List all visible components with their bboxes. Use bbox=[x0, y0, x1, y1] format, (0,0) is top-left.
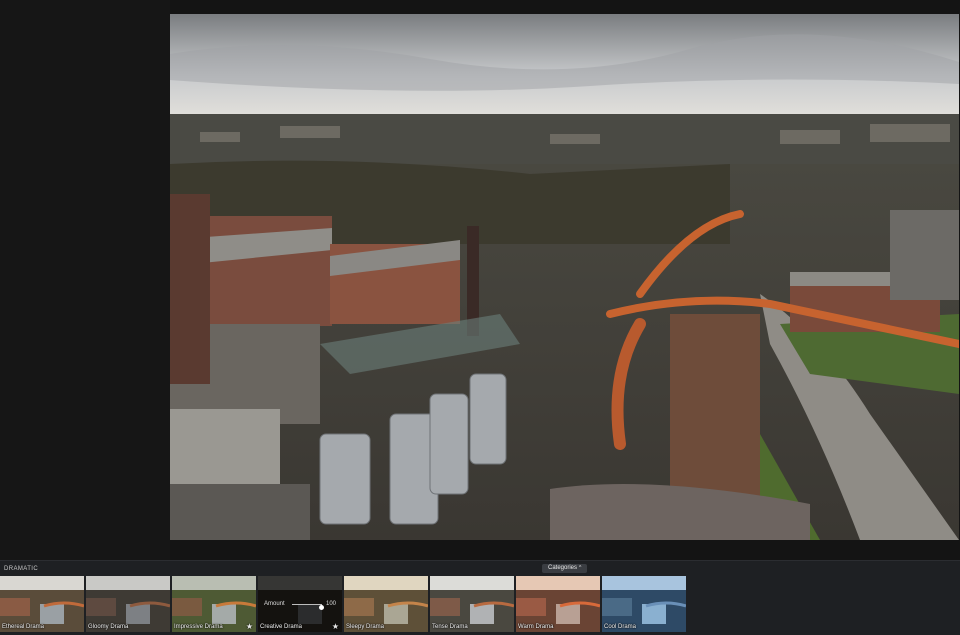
categories-label: Categories bbox=[548, 565, 578, 571]
canvas-footer bbox=[170, 540, 960, 560]
amount-slider[interactable] bbox=[292, 604, 324, 610]
industrial-aerial-photo bbox=[170, 14, 959, 540]
preset-label: Gloomy Drama bbox=[88, 624, 129, 630]
left-side-panel bbox=[0, 0, 170, 560]
preset-label: Tense Drama bbox=[432, 624, 468, 630]
favorite-star-icon[interactable]: ★ bbox=[332, 622, 339, 631]
preset-thumb-warm-drama[interactable]: Warm Drama bbox=[516, 576, 600, 632]
preset-label: Sleepy Drama bbox=[346, 624, 385, 630]
preset-thumb-ethereal-drama[interactable]: Ethereal Drama bbox=[0, 576, 84, 632]
preset-label: Impressive Drama bbox=[174, 624, 223, 630]
amount-label: Amount bbox=[264, 601, 285, 607]
amount-slider-handle[interactable] bbox=[319, 605, 324, 610]
photo-canvas[interactable] bbox=[170, 14, 959, 540]
amount-value: 100 bbox=[326, 601, 337, 607]
amount-slider-row: Amount 100 bbox=[264, 600, 338, 610]
preset-thumb-tense-drama[interactable]: Tense Drama bbox=[430, 576, 514, 632]
preset-thumb-creative-drama[interactable]: Amount 100 Creative Drama ★ bbox=[258, 576, 342, 632]
preset-label: Cool Drama bbox=[604, 624, 637, 630]
preset-filmstrip: DRAMATIC Categories ^ Ethereal Drama Gloo… bbox=[0, 560, 960, 635]
preset-label: Creative Drama bbox=[260, 624, 303, 630]
preset-thumbnails: Ethereal Drama Gloomy Drama Impressive D… bbox=[0, 576, 700, 632]
categories-dropdown-button[interactable]: Categories ^ bbox=[542, 564, 588, 573]
preset-label: Ethereal Drama bbox=[2, 624, 45, 630]
preset-thumb-sleepy-drama[interactable]: Sleepy Drama bbox=[344, 576, 428, 632]
chevron-up-icon: ^ bbox=[579, 565, 582, 571]
favorite-star-icon[interactable]: ★ bbox=[246, 622, 253, 631]
section-label: DRAMATIC bbox=[4, 566, 39, 572]
preset-label: Warm Drama bbox=[518, 624, 554, 630]
preset-thumb-gloomy-drama[interactable]: Gloomy Drama bbox=[86, 576, 170, 632]
preset-thumb-impressive-drama[interactable]: Impressive Drama ★ bbox=[172, 576, 256, 632]
preset-thumb-cool-drama[interactable]: Cool Drama bbox=[602, 576, 686, 632]
top-bar bbox=[170, 0, 960, 14]
